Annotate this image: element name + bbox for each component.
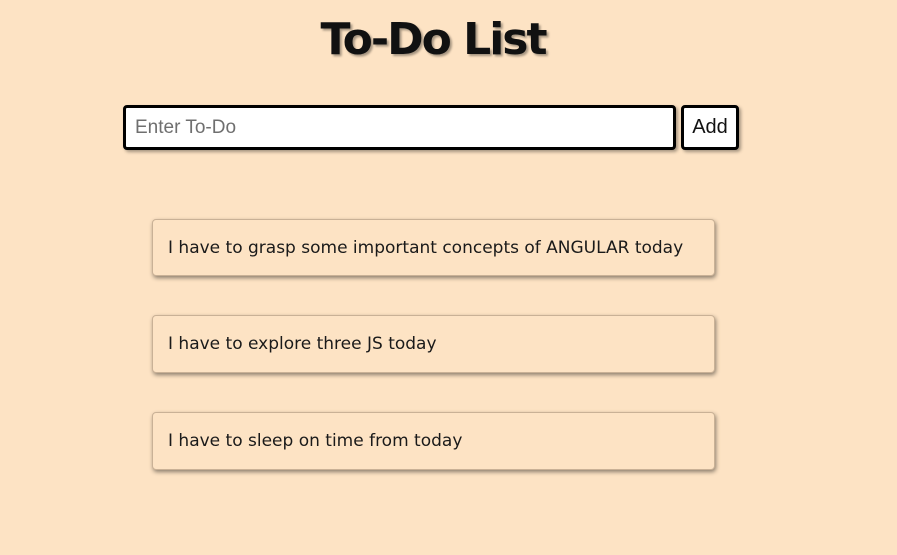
todo-item[interactable]: I have to grasp some important concepts … — [152, 219, 715, 276]
todo-list: I have to grasp some important concepts … — [152, 219, 715, 509]
page-title: To-Do List — [320, 14, 547, 65]
todo-item[interactable]: I have to sleep on time from today — [152, 412, 715, 470]
todo-item[interactable]: I have to explore three JS today — [152, 315, 715, 373]
add-button[interactable]: Add — [681, 105, 739, 150]
todo-input[interactable] — [123, 105, 676, 150]
